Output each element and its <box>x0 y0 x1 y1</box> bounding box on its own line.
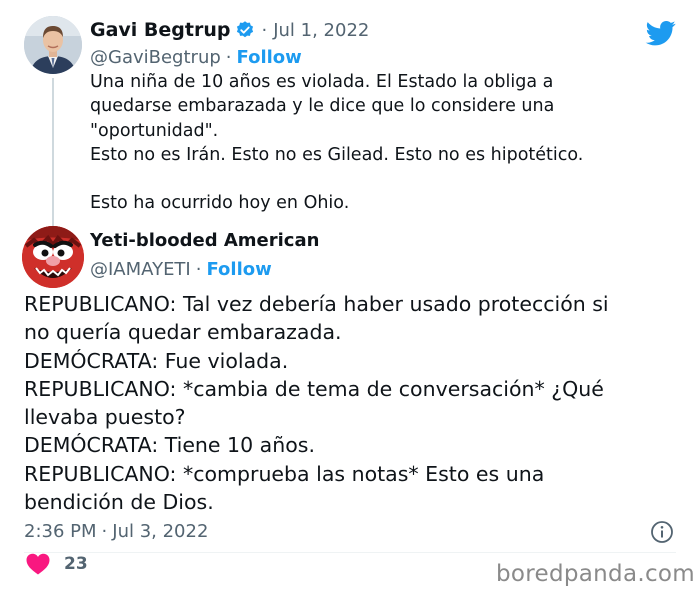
parent-tweet-date[interactable]: Jul 1, 2022 <box>273 20 369 41</box>
tweet-text-line: bendición de Dios. <box>24 490 214 515</box>
parent-author-avatar[interactable] <box>24 16 82 74</box>
tweet-text-line: Esto ha ocurrido hoy en Ohio. <box>90 193 350 214</box>
parent-tweet-header: Gavi Begtrup · Jul 1, 2022 <box>90 16 369 44</box>
tweet-text-line: REPUBLICANO: Tal vez debería haber usado… <box>24 292 609 316</box>
thread-connector-line <box>52 78 54 226</box>
reply-author-name[interactable]: Yeti-blooded American <box>90 230 319 251</box>
avatar-photo <box>24 16 82 74</box>
parent-author-handle[interactable]: @GaviBegtrup <box>90 47 221 68</box>
parent-follow-button[interactable]: Follow <box>237 47 302 68</box>
reply-handle-row: @IAMAYETI · Follow <box>90 256 272 282</box>
watermark: boredpanda.com <box>496 561 695 587</box>
reply-tweet-timestamp[interactable]: 2:36 PM · Jul 3, 2022 <box>24 518 208 544</box>
parent-tweet-text: Una niña de 10 años es violada. El Estad… <box>90 70 650 216</box>
handle-separator: · <box>225 46 232 68</box>
handle-separator: · <box>195 258 202 280</box>
info-icon[interactable] <box>650 520 674 544</box>
parent-author-name[interactable]: Gavi Begtrup <box>90 19 230 41</box>
reply-follow-button[interactable]: Follow <box>206 259 271 280</box>
tweet-text-line: Una niña de 10 años es violada. El Estad… <box>90 72 554 92</box>
timestamp-separator: · <box>101 520 108 542</box>
tweet-text-line: REPUBLICANO: *comprueba las notas* Esto … <box>24 461 545 486</box>
reply-tweet-text: REPUBLICANO: Tal vez debería haber usado… <box>24 290 684 516</box>
tweet-divider <box>24 552 676 553</box>
reply-author-handle[interactable]: @IAMAYETI <box>90 259 191 280</box>
tweet-text-line: no quería quedar embarazada. <box>24 320 342 345</box>
verified-badge-icon <box>237 21 254 38</box>
header-separator: · <box>261 19 268 41</box>
tweet-text-line: DEMÓCRATA: Tiene 10 años. <box>24 433 315 458</box>
parent-handle-row: @GaviBegtrup · Follow <box>90 44 302 70</box>
tweet-time[interactable]: 2:36 PM <box>24 521 97 542</box>
twitter-bird-icon[interactable] <box>644 18 678 48</box>
tweet-text-line: quedarse embarazada y le dice que lo con… <box>90 96 555 117</box>
like-count[interactable]: 23 <box>64 553 88 575</box>
tweet-text-line: Esto no es Irán. Esto no es Gilead. Esto… <box>90 144 584 165</box>
reply-author-avatar[interactable] <box>22 226 84 288</box>
muppet-avatar-image <box>22 226 84 288</box>
tweet-text-line: DEMÓCRATA: Fue violada. <box>24 348 289 373</box>
tweet-text-line: llevaba puesto? <box>24 405 186 430</box>
tweet-date[interactable]: Jul 3, 2022 <box>112 521 208 542</box>
heart-icon[interactable] <box>26 553 50 575</box>
tweet-text-line: REPUBLICANO: *cambia de tema de conversa… <box>24 376 604 401</box>
tweet-text-line: "oportunidad". <box>90 120 219 141</box>
tweet-text-line <box>90 167 650 191</box>
